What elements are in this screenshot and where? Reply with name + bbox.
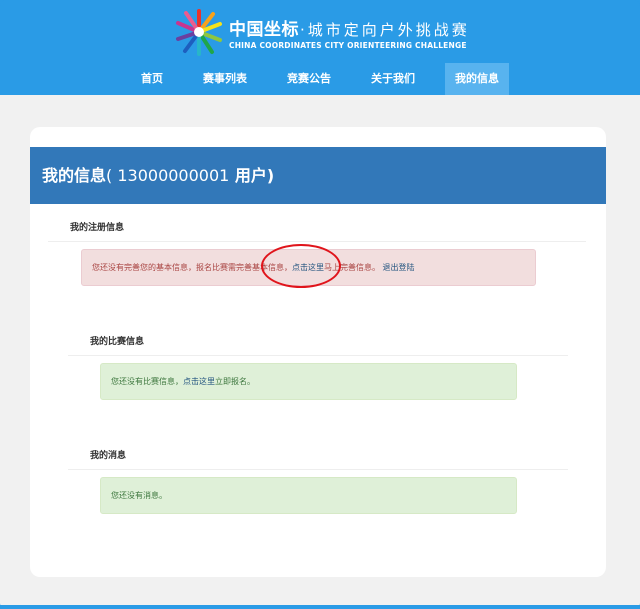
competition-alert-after-link: 立即报名。 bbox=[215, 377, 255, 386]
competition-alert-text: 您还没有比赛信息， bbox=[111, 377, 183, 386]
logo-title-sub: ·城市定向户外挑战赛 bbox=[300, 20, 470, 39]
logo-title-main: 中国坐标 bbox=[229, 19, 299, 40]
logout-link[interactable]: 退出登陆 bbox=[383, 263, 415, 272]
logo-mark-icon bbox=[175, 8, 223, 56]
annotation-circle bbox=[261, 244, 341, 288]
competition-divider bbox=[68, 355, 568, 356]
page-title-text: 我的信息 bbox=[42, 166, 107, 185]
logo-subtitle-en: CHINA COORDINATES CITY ORIENTEERING CHAL… bbox=[229, 40, 467, 50]
competition-alert: 您还没有比赛信息，点击这里立即报名。 bbox=[100, 363, 517, 400]
messages-divider bbox=[68, 469, 568, 470]
nav-item-about[interactable]: 关于我们 bbox=[361, 63, 425, 95]
nav-item-my-info[interactable]: 我的信息 bbox=[445, 63, 509, 95]
main-nav: 首页 赛事列表 竞赛公告 关于我们 我的信息 bbox=[0, 63, 640, 95]
messages-alert-text: 您还没有消息。 bbox=[111, 491, 167, 500]
nav-item-home[interactable]: 首页 bbox=[131, 63, 173, 95]
page-title-paren: ( bbox=[106, 166, 118, 185]
signup-link[interactable]: 点击这里 bbox=[183, 377, 215, 386]
messages-section-title: 我的消息 bbox=[90, 451, 127, 461]
competition-section-title: 我的比赛信息 bbox=[90, 337, 145, 347]
nav-item-events[interactable]: 赛事列表 bbox=[193, 63, 257, 95]
page-title: 我的信息( 13000000001 用户) bbox=[42, 147, 274, 204]
nav-item-announcements[interactable]: 竞赛公告 bbox=[277, 63, 341, 95]
page-title-bar: 我的信息( 13000000001 用户) bbox=[30, 147, 606, 204]
messages-alert: 您还没有消息。 bbox=[100, 477, 517, 514]
user-suffix: 用户) bbox=[229, 166, 275, 185]
user-id: 13000000001 bbox=[117, 166, 230, 185]
registration-divider bbox=[48, 241, 586, 242]
site-logo[interactable]: 中国坐标 ·城市定向户外挑战赛 CHINA COORDINATES CITY O… bbox=[175, 6, 475, 58]
registration-section-title: 我的注册信息 bbox=[70, 223, 125, 233]
site-header: 中国坐标 ·城市定向户外挑战赛 CHINA COORDINATES CITY O… bbox=[0, 0, 640, 95]
app-frame: 中国坐标 ·城市定向户外挑战赛 CHINA COORDINATES CITY O… bbox=[0, 0, 640, 609]
